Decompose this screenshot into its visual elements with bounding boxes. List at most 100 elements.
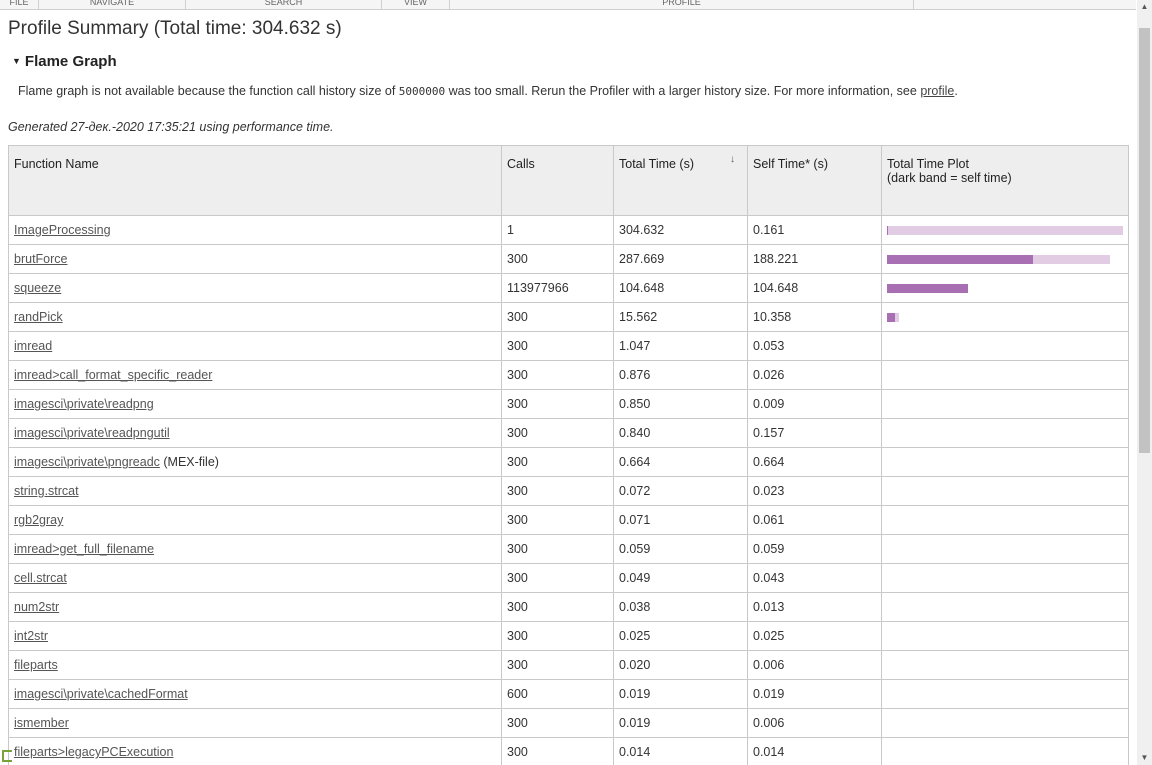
toolstrip-tab-file[interactable]: FILE bbox=[0, 0, 39, 9]
function-link[interactable]: imagesci\private\cachedFormat bbox=[14, 687, 188, 701]
column-header-self-time[interactable]: Self Time* (s) bbox=[747, 145, 882, 216]
column-header-total-time[interactable]: Total Time (s) ↓ bbox=[613, 145, 748, 216]
cell-total-time: 0.840 bbox=[613, 418, 748, 448]
cell-self-time: 0.157 bbox=[747, 418, 882, 448]
toolstrip-tab-navigate[interactable]: NAVIGATE bbox=[39, 0, 186, 9]
table-row: fileparts 300 0.020 0.006 bbox=[8, 650, 1129, 680]
function-link[interactable]: fileparts>legacyPCExecution bbox=[14, 745, 173, 759]
cell-time-plot bbox=[881, 563, 1129, 593]
triangle-down-icon: ▼ bbox=[12, 56, 21, 66]
cell-function-name: num2str bbox=[8, 592, 502, 622]
cell-function-name: brutForce bbox=[8, 244, 502, 274]
cell-calls: 300 bbox=[501, 447, 614, 477]
table-row: imagesci\private\readpngutil 300 0.840 0.15… bbox=[8, 418, 1129, 448]
cell-total-time: 0.071 bbox=[613, 505, 748, 535]
profile-doc-link[interactable]: profile bbox=[920, 84, 954, 98]
cell-function-name: imagesci\private\pngreadc (MEX-file) bbox=[8, 447, 502, 477]
cell-self-time: 0.014 bbox=[747, 737, 882, 765]
cell-self-time: 0.161 bbox=[747, 215, 882, 245]
profile-report: Profile Summary (Total time: 304.632 s) … bbox=[0, 10, 1136, 765]
profile-summary-table: Function Name Calls Total Time (s) ↓ Self… bbox=[8, 145, 1129, 765]
cell-function-name: imread>call_format_specific_reader bbox=[8, 360, 502, 390]
scrollbar-thumb[interactable] bbox=[1139, 28, 1150, 453]
cell-self-time: 0.013 bbox=[747, 592, 882, 622]
cell-self-time: 0.664 bbox=[747, 447, 882, 477]
cell-time-plot bbox=[881, 621, 1129, 651]
flame-graph-section-toggle[interactable]: ▼ Flame Graph bbox=[12, 53, 117, 70]
function-link[interactable]: string.strcat bbox=[14, 484, 79, 498]
scroll-up-arrow-icon[interactable]: ▲ bbox=[1137, 0, 1152, 14]
scroll-down-arrow-icon[interactable]: ▼ bbox=[1137, 751, 1152, 765]
function-link[interactable]: imread bbox=[14, 339, 52, 353]
cell-time-plot bbox=[881, 505, 1129, 535]
function-link[interactable]: ismember bbox=[14, 716, 69, 730]
function-link[interactable]: imread>call_format_specific_reader bbox=[14, 368, 212, 382]
function-link[interactable]: imagesci\private\pngreadc bbox=[14, 455, 160, 469]
table-row: squeeze 113977966 104.648 104.648 bbox=[8, 273, 1129, 303]
cell-time-plot bbox=[881, 360, 1129, 390]
cell-self-time: 10.358 bbox=[747, 302, 882, 332]
function-link[interactable]: cell.strcat bbox=[14, 571, 67, 585]
total-time-bar bbox=[887, 226, 1123, 235]
self-time-bar bbox=[887, 255, 1033, 264]
cell-function-name: imread>get_full_filename bbox=[8, 534, 502, 564]
flame-graph-header: Flame Graph bbox=[24, 53, 117, 70]
toolstrip-tab-view[interactable]: VIEW bbox=[382, 0, 450, 9]
table-row: imagesci\private\cachedFormat 600 0.019 0.0… bbox=[8, 679, 1129, 709]
cell-self-time: 0.006 bbox=[747, 650, 882, 680]
cell-time-plot bbox=[881, 418, 1129, 448]
cell-total-time: 15.562 bbox=[613, 302, 748, 332]
cell-calls: 300 bbox=[501, 418, 614, 448]
cell-time-plot bbox=[881, 447, 1129, 477]
cell-self-time: 0.006 bbox=[747, 708, 882, 738]
column-header-function-name[interactable]: Function Name bbox=[8, 145, 502, 216]
cell-function-name: rgb2gray bbox=[8, 505, 502, 535]
toolstrip-tab-search[interactable]: SEARCH bbox=[186, 0, 382, 9]
cell-total-time: 0.059 bbox=[613, 534, 748, 564]
function-link[interactable]: int2str bbox=[14, 629, 48, 643]
cell-function-name: imagesci\private\readpngutil bbox=[8, 418, 502, 448]
cell-calls: 1 bbox=[501, 215, 614, 245]
cell-total-time: 0.019 bbox=[613, 679, 748, 709]
function-link[interactable]: imread>get_full_filename bbox=[14, 542, 154, 556]
function-link[interactable]: imagesci\private\readpng bbox=[14, 397, 154, 411]
cell-calls: 300 bbox=[501, 534, 614, 564]
table-row: int2str 300 0.025 0.025 bbox=[8, 621, 1129, 651]
cell-total-time: 0.850 bbox=[613, 389, 748, 419]
function-link[interactable]: randPick bbox=[14, 310, 63, 324]
cell-self-time: 188.221 bbox=[747, 244, 882, 274]
toolstrip-tab-profile[interactable]: PROFILE bbox=[450, 0, 914, 9]
function-link[interactable]: fileparts bbox=[14, 658, 58, 672]
cell-calls: 300 bbox=[501, 621, 614, 651]
function-link[interactable]: ImageProcessing bbox=[14, 223, 111, 237]
cell-total-time: 0.020 bbox=[613, 650, 748, 680]
cell-time-plot bbox=[881, 273, 1129, 303]
table-row: imagesci\private\readpng 300 0.850 0.009 bbox=[8, 389, 1129, 419]
cell-self-time: 0.026 bbox=[747, 360, 882, 390]
total-time-bar bbox=[887, 284, 968, 293]
function-link[interactable]: rgb2gray bbox=[14, 513, 63, 527]
cell-total-time: 304.632 bbox=[613, 215, 748, 245]
cell-calls: 300 bbox=[501, 302, 614, 332]
cell-calls: 300 bbox=[501, 650, 614, 680]
table-row: imread 300 1.047 0.053 bbox=[8, 331, 1129, 361]
cell-self-time: 0.023 bbox=[747, 476, 882, 506]
cell-time-plot bbox=[881, 650, 1129, 680]
cell-function-name: imagesci\private\cachedFormat bbox=[8, 679, 502, 709]
function-link[interactable]: squeeze bbox=[14, 281, 61, 295]
cell-function-name: imagesci\private\readpng bbox=[8, 389, 502, 419]
vertical-scrollbar[interactable]: ▲ ▼ bbox=[1137, 0, 1152, 765]
cell-calls: 300 bbox=[501, 476, 614, 506]
column-header-calls[interactable]: Calls bbox=[501, 145, 614, 216]
cell-time-plot bbox=[881, 389, 1129, 419]
cell-calls: 300 bbox=[501, 360, 614, 390]
function-link[interactable]: imagesci\private\readpngutil bbox=[14, 426, 170, 440]
column-header-total-time-plot: Total Time Plot (dark band = self time) bbox=[881, 145, 1129, 216]
cell-self-time: 0.019 bbox=[747, 679, 882, 709]
function-link[interactable]: num2str bbox=[14, 600, 59, 614]
cell-time-plot bbox=[881, 534, 1129, 564]
cell-time-plot bbox=[881, 215, 1129, 245]
function-type-suffix: (MEX-file) bbox=[159, 455, 219, 469]
function-link[interactable]: brutForce bbox=[14, 252, 68, 266]
cell-calls: 300 bbox=[501, 563, 614, 593]
